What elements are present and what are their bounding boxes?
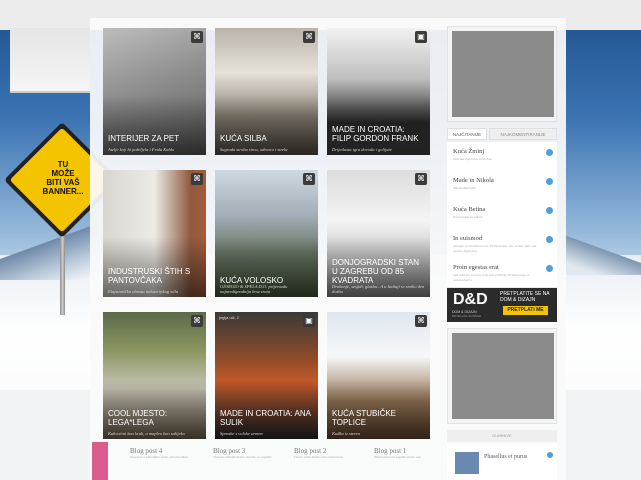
blog-post-1[interactable]: Blog post 1 Etiam placerat sagittis tort… — [374, 447, 454, 460]
article-tile[interactable]: jeglja ulil, 2 ▣ MADE IN CROATIA: ANA SULI… — [215, 312, 318, 439]
blog-post-2[interactable]: Blog post 2 Donec sollicitudin eros elem… — [294, 447, 374, 460]
plus-icon[interactable] — [546, 265, 553, 272]
dom-dizajn-banner[interactable]: D&D DOM & DIZAJN REVELANL SONNAE PRETPLA… — [447, 288, 557, 322]
popular-item-title: In euismod — [453, 235, 483, 242]
plus-icon[interactable] — [546, 207, 553, 214]
blog-post-3[interactable]: Blog post 3 Vivamus blandit ipsum mauris… — [213, 447, 293, 460]
header-strip — [10, 28, 90, 93]
popular-item-title: Proin egestas erat — [453, 264, 499, 271]
popular-item[interactable]: Kuća Betina Prava kuća za odmor — [447, 200, 557, 230]
blog-post-title: Blog post 1 — [374, 447, 407, 455]
blog-post-title: Blog post 4 — [130, 447, 163, 455]
armchair-icon[interactable]: ⌘ — [415, 173, 427, 185]
article-tile[interactable]: ⌘ COOL MJESTO: LEGA*LEGA Kakvoćnti kao kru… — [103, 312, 206, 439]
archive-heading: IZ ARHIVE — [447, 430, 557, 442]
popular-item[interactable]: Made in Nikola Nikola Bakrndić — [447, 171, 557, 201]
popular-item-sub: Prava kuća za odmor — [453, 215, 484, 219]
banner-sign-text[interactable]: TU MOŽE BITI VAŠ BANNER... — [28, 160, 98, 196]
dd-logo: D&D — [453, 291, 488, 308]
article-tile[interactable]: ⌘ KUĆA VOLOSKO GIORGIO & SPELA D.O. prijev… — [215, 170, 318, 297]
subscribe-button[interactable]: PRETPLATI ME — [503, 306, 548, 315]
sidebar-tabs: NAJČITANIJE NAJKOMENTIRANIJE — [447, 128, 557, 140]
blog-ribbon — [92, 442, 108, 480]
popular-item[interactable]: Proin egestas erat Sed lobortis est ante … — [447, 258, 557, 288]
tile-meta: jeglja ulil, 2 — [219, 315, 239, 320]
tile-title[interactable]: COOL MJESTO: LEGA*LEGA — [108, 409, 201, 427]
armchair-icon[interactable]: ⌘ — [191, 173, 203, 185]
tile-subtitle: Drukanje, sesjidi, glazba...A u Italiuji… — [332, 284, 425, 294]
tile-title[interactable]: INTERIJER ZA PET — [108, 134, 201, 143]
ad-placeholder — [452, 31, 554, 117]
armchair-icon[interactable]: ⌘ — [303, 173, 315, 185]
plus-icon[interactable] — [546, 149, 553, 156]
tile-title[interactable]: KUĆA SILBA — [220, 134, 313, 143]
armchair-icon[interactable]: ⌘ — [303, 31, 315, 43]
popular-item[interactable]: Kuća Žminj Istarska deprešna sirku žna — [447, 142, 557, 172]
ad-slot-top[interactable] — [447, 26, 557, 122]
armchair-icon[interactable]: ⌘ — [191, 315, 203, 327]
article-tile[interactable]: ⌘ KUĆA STUBIČKE TOPLICE Kuđka iz sterea — [327, 312, 430, 439]
background-mountain-left — [0, 220, 100, 280]
blog-post-excerpt: Vivamus blandit ipsum mauris, ac sagitti… — [213, 455, 272, 459]
tile-subtitle: GIORGIO & SPELA D.O. prijevozdu najaredi… — [220, 284, 288, 294]
dd-promo-text: PRETPLATITE SE NA DOM & DIZAJN — [500, 291, 550, 303]
article-tile[interactable]: ⌘ DONJOGRADSKI STAN U ZAGREBU OD 85 KVADR… — [327, 170, 430, 297]
popular-item-title: Kuća Betina — [453, 206, 486, 213]
tile-subtitle: Sagrada stroba sirca, odmora i strela — [220, 147, 288, 152]
article-tile[interactable]: ⌘ INDUSTRUSKI ŠTIH S PANTOVČAKA Elajstanšč… — [103, 170, 206, 297]
popular-item-sub: Nikola Bakrndić — [453, 186, 477, 190]
plus-icon[interactable] — [546, 236, 553, 243]
blog-post-4[interactable]: Blog post 4 Praesent a bibendum nulla, n… — [130, 447, 210, 460]
blog-post-excerpt: Donec sollicitudin eros elementum — [294, 455, 343, 459]
armchair-icon[interactable]: ⌘ — [415, 315, 427, 327]
blog-strip: Blog post 4 Praesent a bibendum nulla, n… — [90, 442, 446, 480]
blog-post-title: Blog post 2 — [294, 447, 327, 455]
frame-icon[interactable]: ▣ — [303, 315, 315, 327]
popular-item-title: Made in Nikola — [453, 177, 494, 184]
plus-icon[interactable] — [546, 178, 553, 185]
archive-item[interactable]: Phasellus et purus — [447, 444, 557, 480]
blog-post-excerpt: Etiam placerat sagittis tortor non — [374, 455, 422, 459]
background-mountain-right — [561, 235, 641, 275]
tile-shade — [103, 95, 206, 155]
article-tile[interactable]: ⌘ INTERIJER ZA PET Atelje koji bi poželjel… — [103, 28, 206, 155]
tile-subtitle: Atelje koji bi poželjela i Frida Kahlo — [108, 147, 175, 152]
tile-shade — [215, 95, 318, 155]
frame-icon[interactable]: ▣ — [415, 31, 427, 43]
tile-title[interactable]: MADE IN CROATIA: FILIP GORDON FRANK — [332, 125, 425, 143]
archive-thumbnail — [455, 452, 479, 474]
tile-title[interactable]: MADE IN CROATIA: ANA SULIK — [220, 409, 313, 427]
ad-placeholder — [452, 333, 554, 419]
blog-post-excerpt: Praesent a bibendum nulla, nisi tincidun… — [130, 455, 188, 459]
ad-slot-bottom[interactable] — [447, 328, 557, 424]
blog-post-title: Blog post 3 — [213, 447, 246, 455]
tile-subtitle: Kakvoćnti kao krub, a mapleo kao salijek… — [108, 431, 185, 436]
tile-title[interactable]: KUĆA STUBIČKE TOPLICE — [332, 409, 425, 427]
tab-najkomentiranije[interactable]: NAJKOMENTIRANIJE — [489, 128, 557, 140]
tile-subtitle: Spraske s voloke armen — [220, 431, 263, 436]
armchair-icon[interactable]: ⌘ — [191, 31, 203, 43]
article-tile[interactable]: ⌘ KUĆA SILBA Sagrada stroba sirca, odmora … — [215, 28, 318, 155]
popular-item-sub: Sed lobortis est ante felis non eleifend… — [453, 273, 531, 282]
dd-tagline: REVELANL SONNAE — [452, 314, 482, 318]
tile-title[interactable]: INDUSTRUSKI ŠTIH S PANTOVČAKA — [108, 267, 201, 285]
article-tile[interactable]: ▣ MADE IN CROATIA: FILIP GORDON FRANK Drij… — [327, 28, 430, 155]
plus-icon[interactable] — [547, 452, 553, 458]
archive-item-title: Phasellus et purus — [484, 454, 528, 460]
tile-subtitle: Kuđka iz sterea — [332, 431, 360, 436]
tab-najcitanije[interactable]: NAJČITANIJE — [447, 128, 487, 140]
popular-item-sub: Istarska deprešna sirku žna — [453, 157, 492, 161]
tile-subtitle: Drijetlasta igra dovoda i golijate — [332, 147, 392, 152]
tile-title[interactable]: DONJOGRADSKI STAN U ZAGREBU OD 85 KVADRA… — [332, 258, 425, 285]
tile-subtitle: Elajstanščka obraza industrijskog stila — [108, 289, 179, 294]
popular-item-title: Kuća Žminj — [453, 148, 485, 155]
popular-item[interactable]: In euismod Quisque in tincidunt eros. Pel… — [447, 229, 557, 259]
popular-item-sub: Quisque in tincidunt eros. Pellentesque … — [453, 244, 537, 253]
